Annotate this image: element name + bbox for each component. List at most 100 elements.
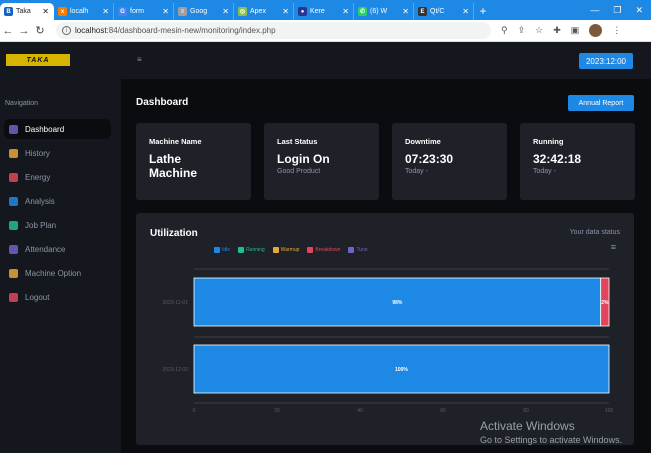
zoom-icon[interactable]: ⚲	[501, 25, 508, 36]
last-status-card: Last Status Login On Good Product	[264, 123, 379, 200]
card-value: 07:23:30	[405, 152, 454, 166]
close-tab-icon[interactable]: ✕	[162, 7, 169, 16]
new-tab-icon[interactable]: +	[474, 3, 492, 20]
profile-avatar[interactable]	[589, 24, 603, 37]
energy-icon	[9, 172, 18, 182]
nav-item-label: Job Plan	[25, 220, 57, 230]
legend-swatch	[272, 247, 279, 253]
date-badge[interactable]: 2023:12:00	[579, 53, 633, 69]
nav-item-label: Machine Option	[25, 268, 82, 278]
reload-icon[interactable]: ↻	[32, 24, 48, 37]
legend-item[interactable]: Tune	[348, 247, 368, 253]
legend-item[interactable]: Running	[238, 247, 265, 253]
url-field[interactable]: i localhost:84/dashboard-mesin-new/monit…	[56, 22, 491, 39]
browser-tab[interactable]: B Taka ✕	[0, 3, 54, 20]
utilization-title: Utilization	[150, 228, 198, 239]
e-icon: E	[418, 7, 427, 16]
data-status-link[interactable]: Your data status	[570, 229, 620, 236]
data-label: 2%	[601, 300, 609, 306]
star-icon[interactable]: ☆	[535, 25, 543, 36]
sidepanel-icon[interactable]: ▣	[571, 25, 580, 36]
activate-windows-subtext: Go to Settings to activate Windows.	[480, 435, 623, 445]
browser-tab[interactable]: ✆ (6) W ✕	[354, 3, 414, 20]
nav-item-job-plan[interactable]: Job Plan	[4, 215, 111, 235]
address-bar: ← → ↻ i localhost:84/dashboard-mesin-new…	[0, 20, 651, 42]
close-tab-icon[interactable]: ✕	[462, 7, 469, 16]
share-icon[interactable]: ⇪	[518, 25, 526, 36]
tab-label: (6) W	[370, 8, 388, 15]
card-sub: Good Product	[277, 168, 321, 175]
machine-option-icon	[9, 268, 18, 278]
nav-item-analysis[interactable]: Analysis	[4, 191, 111, 211]
browser-tab[interactable]: ≡ Goog ✕	[174, 3, 234, 20]
job-plan-icon	[9, 220, 18, 230]
menu-toggle-icon[interactable]: ≡	[137, 55, 142, 64]
brand-logo[interactable]: TAKA	[6, 54, 70, 66]
browser-tab-bar: B Taka ✕ x localh ✕ Gform ✕ ≡ Goog ✕ ◎ Apex ✕ ● Kere ✕ ✆(…	[0, 0, 651, 20]
nav-item-machine-option[interactable]: Machine Option	[4, 263, 111, 283]
browser-tab[interactable]: Gform ✕	[114, 3, 174, 20]
close-window-icon[interactable]: ✕	[635, 5, 643, 16]
tab-label: Qt/C	[430, 8, 445, 15]
nav-item-history[interactable]: History	[4, 143, 111, 163]
legend-label: Breakdown	[315, 247, 341, 253]
close-tab-icon[interactable]: ✕	[102, 7, 109, 16]
nav-item-label: Attendance	[25, 244, 66, 254]
forward-icon[interactable]: →	[16, 25, 32, 37]
nav-item-label: History	[25, 148, 50, 158]
nav-label: Navigation	[5, 100, 39, 107]
card-sub: Today -	[533, 168, 556, 175]
minimize-icon[interactable]: —	[590, 5, 599, 15]
chart-menu-icon[interactable]: ≡	[611, 242, 616, 252]
card-value: Lathe Machine	[149, 152, 198, 180]
close-tab-icon[interactable]: ✕	[222, 7, 229, 16]
close-tab-icon[interactable]: ✕	[342, 7, 349, 16]
category-label: 2023-12-01	[162, 300, 188, 306]
legend-item[interactable]: Warmup	[272, 247, 299, 253]
browser-tab[interactable]: ◎ Apex ✕	[234, 3, 294, 20]
card-sub: Today -	[405, 168, 428, 175]
sidebar: TAKA Navigation Dashboard History Energy An…	[0, 42, 121, 453]
legend-label: Idle	[222, 247, 231, 253]
tab-label: localh	[70, 8, 89, 15]
page-title: Dashboard	[136, 97, 189, 108]
legend-swatch	[214, 247, 220, 253]
globe-icon: ●	[298, 7, 307, 16]
close-tab-icon[interactable]: ✕	[402, 7, 409, 16]
utilization-panel: 2023-12-01 98% 2% 2023-12-02 100% 0 20 40 60 80 10…	[136, 213, 634, 445]
nav-item-logout[interactable]: Logout	[4, 287, 111, 307]
nav-item-dashboard[interactable]: Dashboard	[4, 119, 111, 139]
card-label: Last Status	[277, 137, 318, 146]
nav-item-attendance[interactable]: Attendance	[4, 239, 111, 259]
tab-label: Taka	[16, 8, 31, 15]
browser-tab[interactable]: E Qt/C ✕	[414, 3, 474, 20]
legend-item[interactable]: Breakdown	[307, 247, 340, 253]
history-icon	[9, 148, 18, 158]
close-tab-icon[interactable]: ✕	[42, 7, 49, 16]
screen: B Taka ✕ x localh ✕ Gform ✕ ≡ Goog ✕ ◎ Apex ✕ ● Kere ✕ ✆(…	[0, 0, 651, 453]
site-info-icon[interactable]: i	[62, 26, 71, 35]
browser-tab[interactable]: ● Kere ✕	[294, 3, 354, 20]
card-label: Machine Name	[149, 137, 202, 146]
browser-tab[interactable]: x localh ✕	[54, 3, 114, 20]
restore-icon[interactable]: ❐	[613, 5, 621, 16]
google-search-icon: ≡	[178, 7, 187, 16]
window-controls: — ❐ ✕	[590, 0, 651, 20]
data-label: 100%	[395, 367, 408, 373]
close-tab-icon[interactable]: ✕	[282, 7, 289, 16]
machine-name-card: Machine Name Lathe Machine	[136, 123, 251, 200]
menu-dots-icon[interactable]: ⋮	[612, 25, 621, 36]
xampp-icon: x	[58, 7, 67, 16]
dashboard-icon	[9, 124, 18, 134]
whatsapp-icon: ✆	[358, 7, 367, 16]
legend-swatch	[348, 247, 355, 253]
nav-item-energy[interactable]: Energy	[4, 167, 111, 187]
legend-item[interactable]: Idle	[214, 247, 230, 253]
top-bar: ≡ 2023:12:00	[121, 42, 651, 79]
card-value: 32:42:18	[533, 152, 582, 166]
google-icon: G	[118, 7, 127, 16]
back-icon[interactable]: ←	[0, 25, 16, 37]
card-value: Login On	[277, 152, 330, 166]
annual-report-button[interactable]: Annual Report	[568, 95, 634, 111]
extensions-icon[interactable]: ✚	[553, 25, 561, 36]
